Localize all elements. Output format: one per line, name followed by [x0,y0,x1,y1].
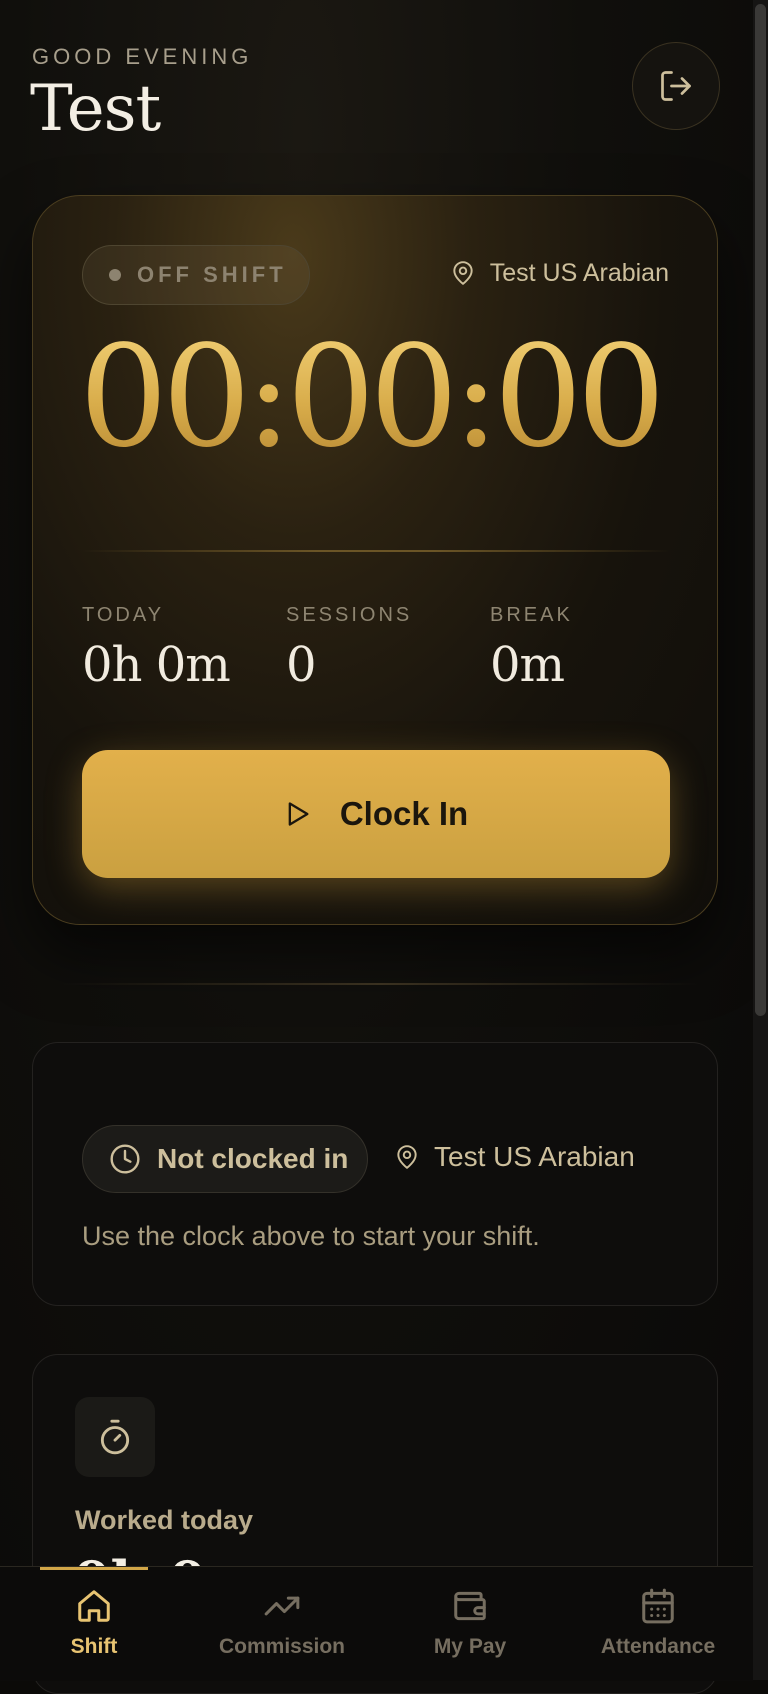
shift-screen: GOOD EVENING Test OFF SHIFT Test US Arab… [0,0,753,1694]
section-divider [60,983,700,985]
clock-status-text: Not clocked in [157,1143,349,1174]
divider [81,550,671,552]
shift-timer: 00:00:00 [79,316,666,479]
user-name: Test [30,72,161,146]
nav-item-my-pay[interactable]: My Pay [376,1567,564,1681]
stat-today-value: 0h 0m [82,637,231,693]
nav-item-attendance[interactable]: Attendance [564,1567,752,1681]
timer-card: OFF SHIFT Test US Arabian 00:00:00 TODAY… [32,195,718,925]
stat-sessions: SESSIONS 0 [286,604,412,693]
worked-icon-box [75,1397,155,1477]
play-icon [288,802,309,826]
stat-sessions-value: 0 [286,637,317,693]
nav-label-attendance: Attendance [600,1635,716,1658]
shift-status-badge: OFF SHIFT [82,245,310,305]
clock-status-card: Not clocked in Test US Arabian Use the c… [32,1042,718,1306]
home-icon [78,1590,110,1622]
trending-up-icon [264,1596,300,1616]
status-location-text: Test US Arabian [434,1141,635,1172]
hint-text: Use the clock above to start your shift. [82,1221,540,1251]
map-pin-icon [453,261,473,285]
stat-break: BREAK 0m [490,604,573,693]
nav-label-my-pay: My Pay [433,1635,507,1658]
nav-item-commission[interactable]: Commission [188,1567,376,1681]
bottom-nav: Shift Commission My Pay Attendance [0,1566,753,1681]
scrollbar-thumb[interactable] [755,4,766,1016]
stopwatch-icon [100,1419,130,1455]
nav-label-commission: Commission [218,1635,346,1658]
card-location: Test US Arabian [450,258,669,288]
stat-today: TODAY 0h 0m [82,604,231,693]
clock-in-button[interactable]: Clock In [82,750,670,878]
nav-item-shift[interactable]: Shift [0,1567,188,1681]
wallet-icon [454,1591,486,1621]
clock-icon [110,1144,140,1174]
status-dot [109,269,121,281]
clock-in-label: Clock In [339,795,469,832]
map-pin-icon [397,1145,417,1169]
logout-icon [661,71,691,101]
stat-break-label: BREAK [490,604,573,626]
shift-status-text: OFF SHIFT [137,262,287,287]
stat-break-value: 0m [490,637,565,693]
stat-sessions-label: SESSIONS [286,604,413,626]
stat-today-label: TODAY [82,604,165,626]
calendar-icon [642,1588,674,1624]
greeting: GOOD EVENING [32,44,253,69]
logout-button[interactable] [632,42,720,130]
worked-today-label: Worked today [75,1505,254,1535]
clock-status-badge: Not clocked in [82,1125,368,1193]
status-location: Test US Arabian [394,1141,635,1173]
nav-label-shift: Shift [70,1635,118,1658]
card-location-text: Test US Arabian [489,258,669,287]
